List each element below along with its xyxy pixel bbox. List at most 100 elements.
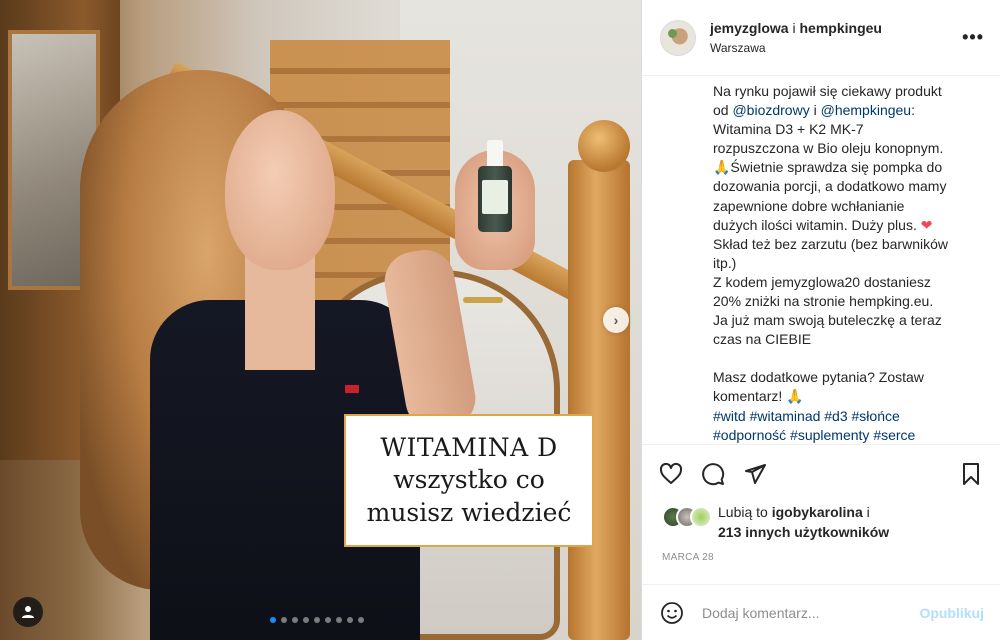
send-icon (745, 463, 766, 484)
caption-text: zapewnione dobre wchłanianie (713, 197, 905, 214)
caption-line: czas na CIEBIE (713, 330, 983, 349)
likes-others-link[interactable]: 213 innych użytkowników (718, 524, 889, 540)
caption-line (713, 349, 983, 368)
share-button[interactable] (742, 461, 768, 487)
background-newel-post (568, 160, 630, 640)
person-bracelet (463, 297, 503, 303)
caption-text: Skład też bez zarzutu (bez barwników (713, 235, 948, 252)
post-location[interactable]: Warszawa (710, 41, 962, 55)
smiley-icon (661, 601, 683, 624)
mention-link[interactable]: @hempkingeu (821, 102, 912, 118)
caption-line: dozowania porcji, a dodatkowo mamy (713, 177, 983, 196)
header-text: jemyzglowa i hempkingeu Warszawa (710, 20, 962, 55)
caption-line: Na rynku pojawił się ciekawy produkt (713, 82, 983, 101)
caption-text: dużych ilości witamin. Duży plus. (713, 216, 921, 233)
caption-text: : (911, 102, 915, 119)
caption-text: itp.) (713, 254, 737, 271)
carousel-dot (347, 617, 353, 623)
caption-line: zapewnione dobre wchłanianie (713, 197, 983, 216)
caption-line: od @biozdrowy i @hempkingeu: (713, 101, 983, 120)
like-button[interactable] (658, 461, 684, 487)
author-separator: i (792, 20, 796, 36)
post-sidebar: jemyzglowa i hempkingeu Warszawa ••• Na … (641, 0, 1000, 640)
carousel-dot (358, 617, 364, 623)
overlay-line-2: wszystko co (393, 465, 545, 495)
caption-line: rozpuszczona w Bio oleju konopnym. (713, 139, 983, 158)
caption-text: od (713, 102, 733, 119)
caption-line: Z kodem jemyzglowa20 dostaniesz (713, 273, 983, 292)
action-bar (642, 444, 1000, 502)
comment-button[interactable] (700, 461, 726, 487)
user-icon (22, 606, 34, 618)
mention-link[interactable]: @biozdrowy (732, 102, 809, 118)
caption-text: Z kodem jemyzglowa20 dostaniesz (713, 273, 931, 290)
author-names: jemyzglowa i hempkingeu (710, 20, 962, 36)
tagged-users-button[interactable] (13, 597, 43, 627)
liker-username[interactable]: igobykarolina (772, 504, 863, 520)
save-button[interactable] (958, 461, 984, 487)
carousel-dot (325, 617, 331, 623)
carousel-dot (303, 617, 309, 623)
likes-summary: Lubią to igobykarolina i 213 innych użyt… (662, 502, 992, 542)
carousel-next-button[interactable]: › (603, 307, 629, 333)
carousel-dot (281, 617, 287, 623)
caption-text: dozowania porcji, a dodatkowo mamy (713, 178, 947, 195)
overlay-title-card: WITAMINA D wszystko co musisz wiedzieć (344, 414, 594, 547)
caption-line: Witamina D3 + K2 MK-7 (713, 120, 983, 139)
liker-avatar (690, 506, 712, 528)
carousel-dot (292, 617, 298, 623)
post-media[interactable]: WITAMINA D wszystko co musisz wiedzieć › (0, 0, 641, 640)
coauthor-username[interactable]: hempkingeu (800, 20, 882, 36)
bookmark-icon (963, 462, 979, 485)
author-username[interactable]: jemyzglowa (710, 20, 789, 36)
product-bottle (478, 140, 512, 232)
caption-text: rozpuszczona w Bio oleju konopnym. (713, 140, 944, 157)
likes-text: Lubią to igobykarolina i 213 innych użyt… (718, 502, 889, 542)
carousel-dot (314, 617, 320, 623)
carousel-indicators (270, 617, 364, 623)
caption-line: #witd #witaminad #d3 #słońce (713, 407, 983, 426)
caption-line: Masz dodatkowe pytania? Zostaw (713, 368, 983, 387)
post-header: jemyzglowa i hempkingeu Warszawa ••• (642, 0, 1000, 76)
caption-text: i (809, 102, 821, 119)
chevron-right-icon: › (613, 312, 619, 328)
hashtag-links[interactable]: #odporność #suplementy #serce (713, 427, 915, 443)
person-face (225, 110, 335, 270)
likes-prefix: Lubią to (718, 504, 772, 520)
caption-text: komentarz! 🙏 (713, 388, 804, 405)
overlay-line-3: musisz wiedzieć (366, 497, 572, 527)
comment-bar: Dodaj komentarz... Opublikuj (642, 584, 1000, 640)
caption-text: Masz dodatkowe pytania? Zostaw (713, 369, 924, 386)
hashtag-links[interactable]: #witd #witaminad #d3 #słońce (713, 408, 900, 424)
liker-avatars[interactable] (662, 506, 718, 528)
heart-emoji: ❤ (920, 216, 933, 233)
comment-input[interactable]: Dodaj komentarz... (702, 605, 919, 621)
shirt-logo (345, 385, 359, 393)
caption-line: Ja już mam swoją buteleczkę a teraz (713, 311, 983, 330)
carousel-dot (336, 617, 342, 623)
caption-line: 🙏Świetnie sprawdza się pompka do (713, 158, 983, 177)
caption-line: komentarz! 🙏 (713, 387, 983, 406)
caption-text: Ja już mam swoją buteleczkę a teraz (713, 312, 942, 329)
ellipsis-icon[interactable]: ••• (962, 27, 984, 48)
caption-line: Skład też bez zarzutu (bez barwników (713, 235, 983, 254)
author-avatar[interactable] (660, 19, 696, 56)
caption-line: 20% zniżki na stronie hempking.eu. (713, 292, 983, 311)
carousel-dot (270, 617, 276, 623)
caption-text: Na rynku pojawił się ciekawy produkt (713, 83, 942, 99)
caption-text: 🙏Świetnie sprawdza się pompka do (713, 159, 943, 176)
post-caption: Na rynku pojawił się ciekawy produkt od @… (713, 82, 983, 444)
comment-icon (702, 462, 725, 485)
caption-line: itp.) (713, 254, 983, 273)
caption-line: #odporność #suplementy #serce (713, 426, 983, 444)
post-comment-button[interactable]: Opublikuj (919, 605, 984, 621)
caption-text: Witamina D3 + K2 MK-7 (713, 121, 864, 138)
background-newel-cap (578, 120, 630, 172)
emoji-button[interactable] (658, 599, 686, 627)
caption-text: czas na CIEBIE (713, 331, 812, 348)
overlay-line-1: WITAMINA D (380, 432, 558, 462)
heart-icon (659, 462, 683, 484)
post-date[interactable]: MARCA 28 (662, 552, 714, 563)
likes-joiner: i (862, 504, 870, 520)
caption-line: dużych ilości witamin. Duży plus. ❤ (713, 216, 983, 235)
